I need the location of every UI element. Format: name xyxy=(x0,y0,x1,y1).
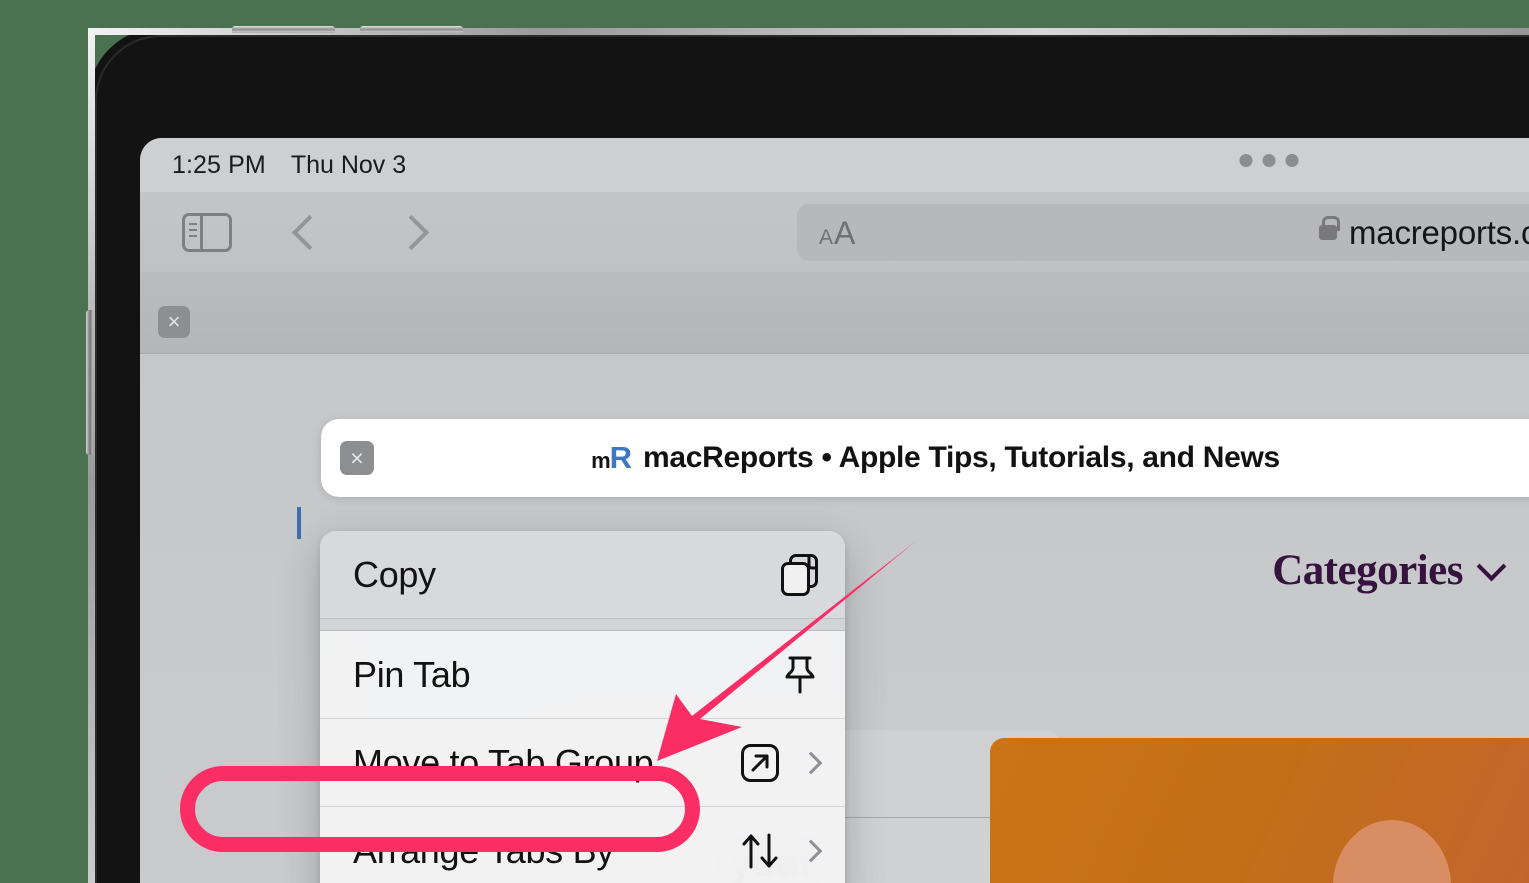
menu-item-pin-tab[interactable]: Pin Tab xyxy=(320,631,845,719)
ellipsis-dot xyxy=(1239,154,1253,167)
active-tab-title: macReports • Apple Tips, Tutorials, and … xyxy=(643,441,1280,474)
site-logo-partial xyxy=(297,507,301,539)
sidebar-icon-lines xyxy=(189,222,197,237)
tab-bar xyxy=(140,272,1529,354)
side-button[interactable] xyxy=(86,310,93,455)
chevron-left-icon[interactable] xyxy=(284,210,328,254)
ellipsis-dot xyxy=(1262,154,1276,167)
promo-card[interactable] xyxy=(990,738,1529,883)
nav-categories-label: Categories xyxy=(1272,547,1463,594)
multitasking-ellipsis-icon[interactable] xyxy=(1239,154,1299,167)
chevron-down-icon xyxy=(1481,556,1503,578)
favicon-letter-r: R xyxy=(609,440,632,475)
status-bar-time: 1:25 PM xyxy=(172,150,266,179)
menu-section-separator xyxy=(320,619,845,631)
active-tab-title-group: mR macReports • Apple Tips, Tutorials, a… xyxy=(321,440,1529,476)
arrow-up-forward-square-icon xyxy=(737,740,783,786)
chevron-right-icon xyxy=(801,746,823,780)
menu-item-arrange-tabs-by[interactable]: Arrange Tabs By xyxy=(320,807,845,883)
aa-small-letter: A xyxy=(819,225,834,249)
page-settings-aa-button[interactable]: AA xyxy=(819,217,855,249)
doc-on-doc-icon xyxy=(777,552,823,598)
aa-large-letter: A xyxy=(834,214,856,251)
background-tab-close-button[interactable]: × xyxy=(158,306,190,338)
volume-up-button[interactable] xyxy=(232,26,335,33)
status-bar-date: Thu Nov 3 xyxy=(290,150,407,179)
macreports-favicon-icon: mR xyxy=(591,440,632,476)
menu-item-label: Arrange Tabs By xyxy=(353,829,614,871)
sidebar-line xyxy=(189,228,197,231)
chevron-right-icon[interactable] xyxy=(390,210,434,254)
address-bar-url: macreports.com xyxy=(1349,213,1529,251)
avatar-head xyxy=(1333,820,1451,883)
menu-item-move-to-tab-group[interactable]: Move to Tab Group xyxy=(320,719,845,807)
menu-item-copy[interactable]: Copy xyxy=(320,531,845,619)
address-bar[interactable]: AA macreports.com xyxy=(797,204,1529,261)
menu-item-label: Pin Tab xyxy=(353,653,471,695)
pin-icon xyxy=(777,652,823,698)
ellipsis-dot xyxy=(1285,154,1299,167)
nav-item-categories[interactable]: Categories xyxy=(1272,546,1503,595)
lock-icon xyxy=(1319,216,1340,240)
browser-toolbar: AA macreports.com xyxy=(140,192,1529,272)
sidebar-line xyxy=(189,222,197,225)
tab-context-menu: Copy Pin Tab Move to Tab Group Arrange T… xyxy=(320,531,845,883)
arrow-up-arrow-down-icon xyxy=(737,828,783,874)
favicon-letter-m: m xyxy=(591,448,611,473)
ipad-screen: 1:25 PM Thu Nov 3 AA macreports.com xyxy=(140,138,1529,883)
active-tab[interactable]: × mR macReports • Apple Tips, Tutorials,… xyxy=(321,419,1529,497)
status-bar: 1:25 PM Thu Nov 3 xyxy=(140,138,1529,192)
person-avatar-icon xyxy=(990,738,1529,883)
chevron-right-icon xyxy=(801,834,823,868)
menu-item-label: Copy xyxy=(353,553,436,595)
menu-item-label: Move to Tab Group xyxy=(353,741,654,783)
sidebar-icon[interactable] xyxy=(182,212,232,252)
volume-down-button[interactable] xyxy=(360,26,463,33)
sidebar-line xyxy=(189,234,197,237)
address-bar-content: macreports.com xyxy=(1319,214,1529,252)
